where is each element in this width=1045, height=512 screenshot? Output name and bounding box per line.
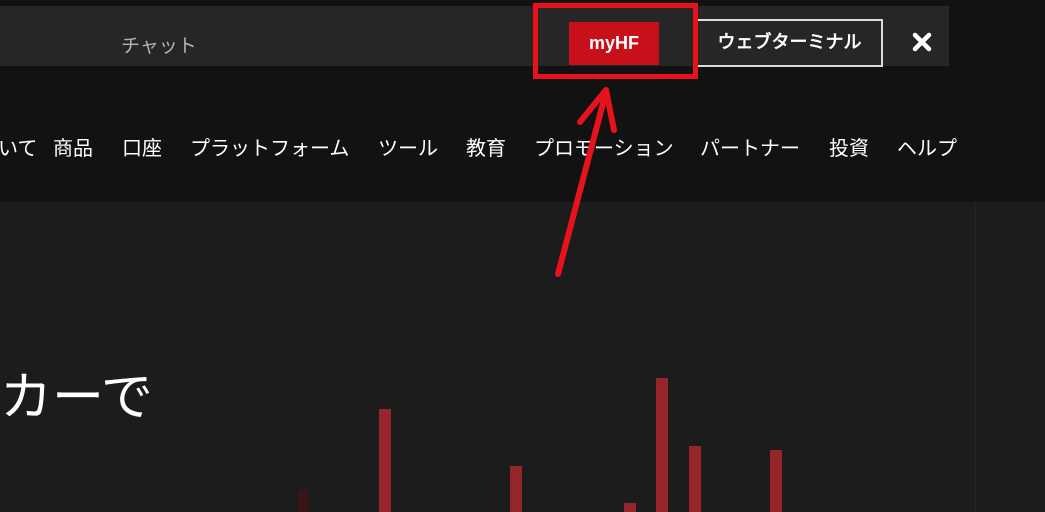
top-bar: チャット myHF ウェブターミナル <box>0 6 949 67</box>
annotation-arrow <box>555 87 617 277</box>
annotation-highlight-box <box>533 3 698 79</box>
nav-item-help[interactable]: ヘルプ <box>897 134 957 162</box>
decorative-bar <box>624 503 636 512</box>
nav-item-platforms[interactable]: プラットフォーム <box>190 134 349 162</box>
web-terminal-button[interactable]: ウェブターミナル <box>696 19 883 67</box>
nav-item-education[interactable]: 教育 <box>466 134 506 162</box>
decorative-bars <box>298 378 782 512</box>
hero-heading: カーで <box>0 368 153 428</box>
main-nav: いて 商品 口座 プラットフォーム ツール 教育 プロモーション パートナー 投… <box>0 90 1045 202</box>
hero-banner: カーで <box>0 202 1045 512</box>
nav-item-tools[interactable]: ツール <box>378 134 438 162</box>
decorative-bar <box>689 446 701 512</box>
chat-link[interactable]: チャット <box>121 30 197 62</box>
decorative-bar <box>656 378 668 512</box>
decorative-bar <box>379 409 391 512</box>
nav-item-products[interactable]: 商品 <box>53 134 93 162</box>
decorative-bar <box>298 490 308 512</box>
nav-item-accounts[interactable]: 口座 <box>122 134 162 162</box>
decorative-bar <box>770 450 782 512</box>
close-icon[interactable] <box>906 26 938 58</box>
nav-item-investments[interactable]: 投資 <box>829 134 869 162</box>
nav-item-about[interactable]: いて <box>0 134 37 162</box>
nav-item-partners[interactable]: パートナー <box>700 134 800 162</box>
decorative-bar <box>510 466 522 512</box>
